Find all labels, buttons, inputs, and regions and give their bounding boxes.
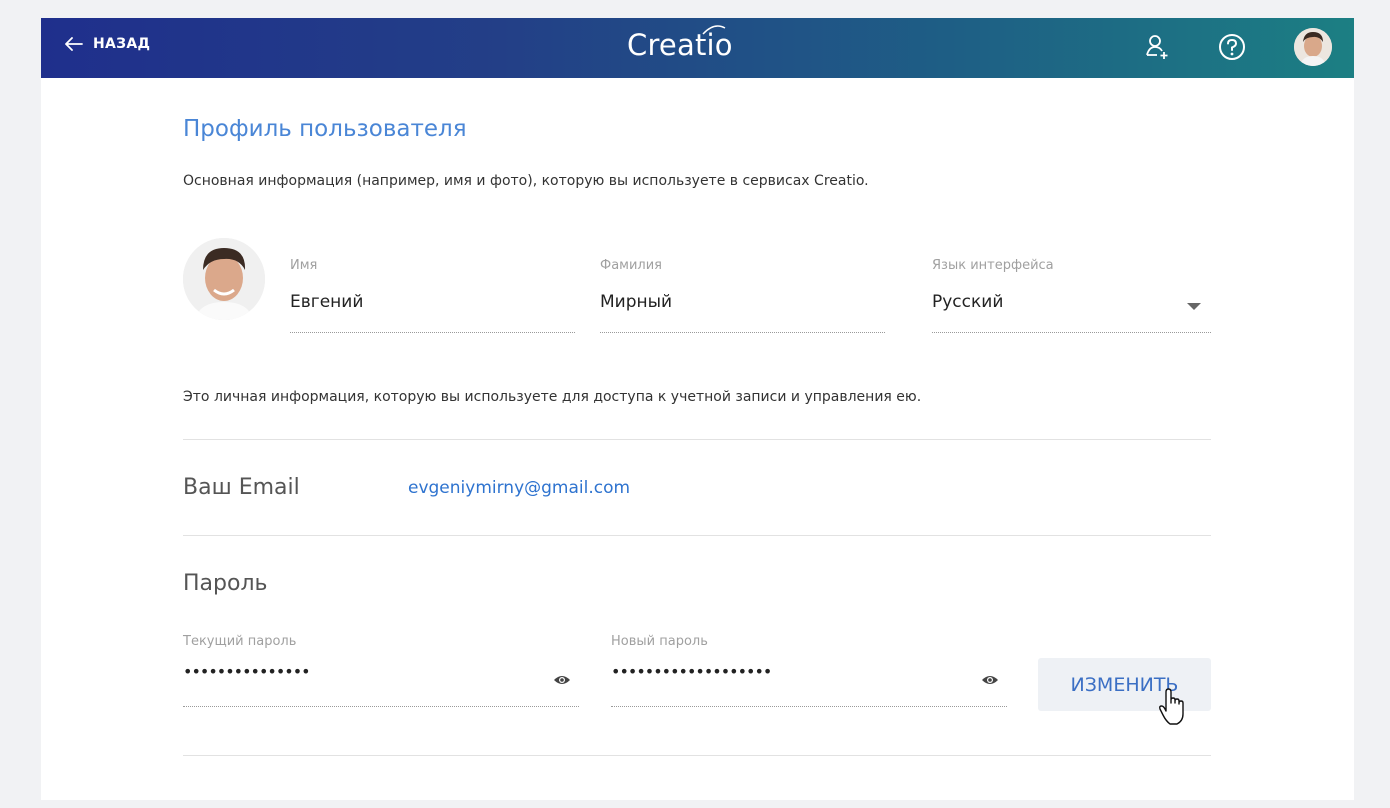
help-icon[interactable] [1217, 32, 1247, 62]
last-name-underline [600, 332, 885, 333]
hand-cursor-icon [1159, 688, 1184, 725]
profile-photo-face-icon [183, 238, 265, 320]
divider [183, 439, 1211, 440]
new-password-underline [611, 706, 1007, 707]
new-password-label: Новый пароль [611, 634, 708, 649]
add-user-icon[interactable] [1143, 32, 1173, 62]
eye-icon[interactable] [981, 674, 999, 686]
first-name-field[interactable]: Имя Евгений [290, 258, 575, 333]
avatar-face-icon [1294, 28, 1332, 66]
chevron-down-icon[interactable] [1187, 303, 1201, 310]
page-title: Профиль пользователя [183, 116, 467, 142]
language-select[interactable]: Язык интерфейса Русский [932, 258, 1211, 333]
back-arrow-icon [65, 37, 83, 51]
current-password-underline [183, 706, 579, 707]
new-password-field[interactable]: Новый пароль ••••••••••••••••••• [611, 634, 1007, 707]
profile-description: Основная информация (например, имя и фот… [183, 173, 869, 189]
profile-window: НАЗАД Creatio Профиль пользователя Основ… [41, 18, 1354, 800]
new-password-value[interactable]: ••••••••••••••••••• [611, 662, 1007, 681]
email-label: Ваш Email [183, 475, 300, 500]
first-name-underline [290, 332, 575, 333]
last-name-value[interactable]: Мирный [600, 292, 885, 312]
first-name-label: Имя [290, 258, 318, 273]
logo-arc-icon [702, 25, 726, 35]
last-name-label: Фамилия [600, 258, 662, 273]
first-name-value[interactable]: Евгений [290, 292, 575, 312]
current-password-field[interactable]: Текущий пароль ••••••••••••••• [183, 634, 579, 707]
user-avatar[interactable] [1294, 28, 1332, 66]
back-button[interactable]: НАЗАД [65, 36, 150, 52]
language-underline [932, 332, 1211, 333]
last-name-field[interactable]: Фамилия Мирный [600, 258, 885, 333]
language-label: Язык интерфейса [932, 258, 1054, 273]
divider [183, 535, 1211, 536]
back-label: НАЗАД [93, 36, 151, 52]
top-bar: НАЗАД Creatio [41, 18, 1354, 78]
password-section-label: Пароль [183, 571, 268, 596]
language-value[interactable]: Русский [932, 292, 1211, 312]
current-password-value[interactable]: ••••••••••••••• [183, 662, 579, 681]
account-description: Это личная информация, которую вы исполь… [183, 389, 922, 405]
email-link[interactable]: evgeniymirny@gmail.com [408, 478, 630, 498]
divider [183, 755, 1211, 756]
profile-photo[interactable] [183, 238, 265, 320]
eye-icon[interactable] [553, 674, 571, 686]
current-password-label: Текущий пароль [183, 634, 297, 649]
